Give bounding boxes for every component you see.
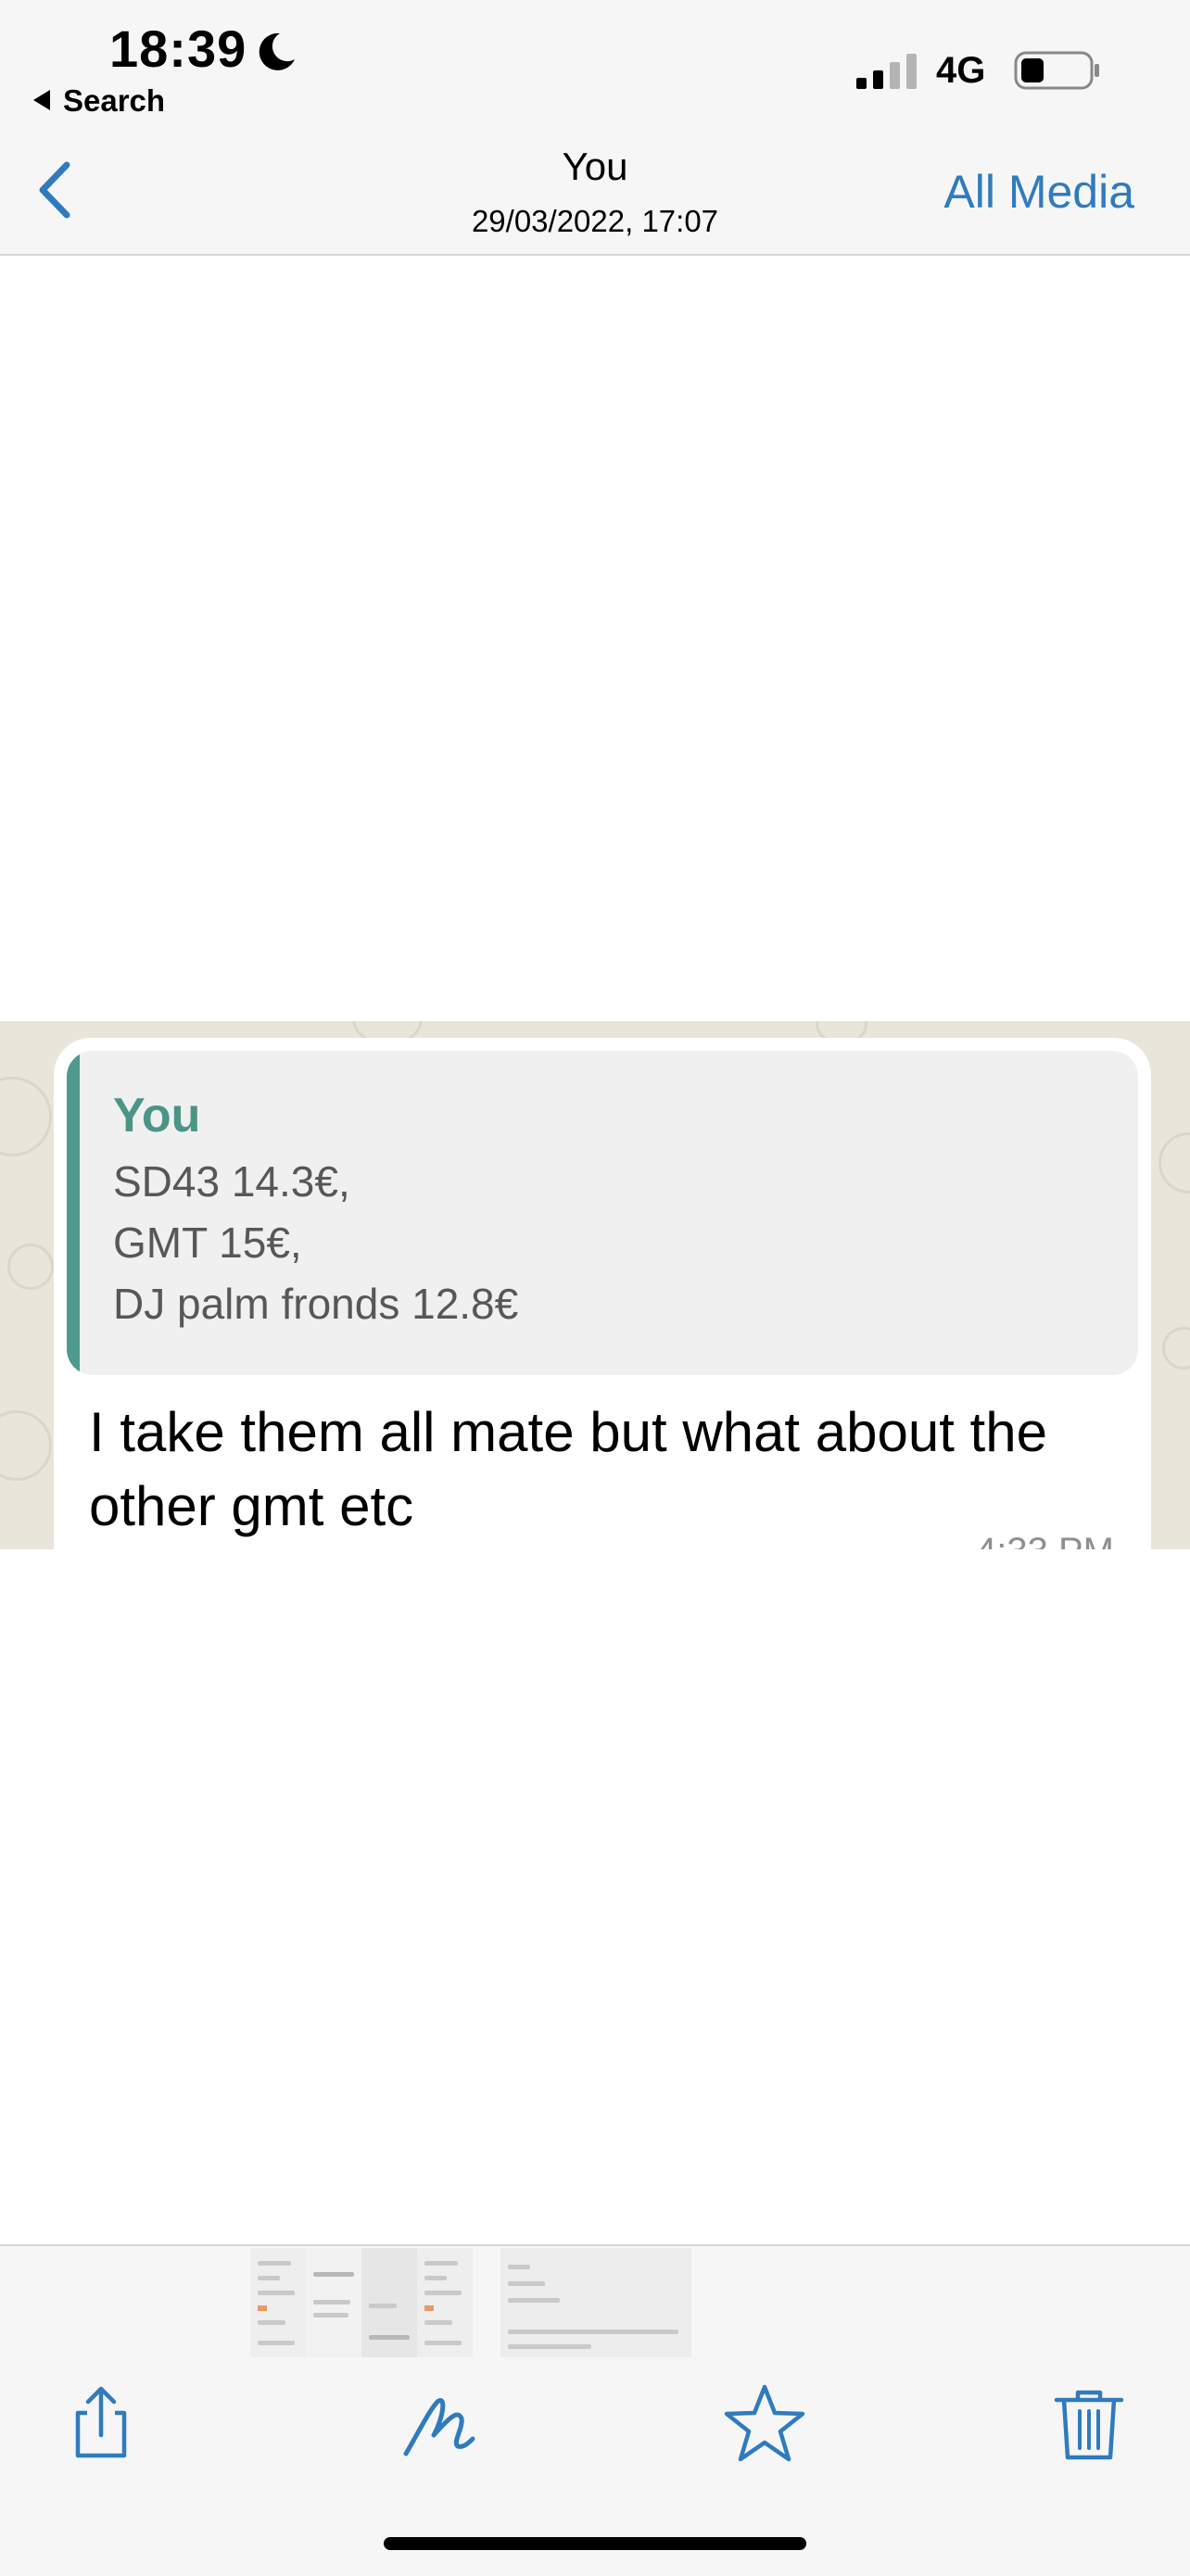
status-time: 18:39 <box>109 19 247 78</box>
media-thumbnail[interactable] <box>250 2248 306 2357</box>
quote-accent-bar <box>67 1051 80 1375</box>
media-image: You SD43 14.3€, GMT 15€, DJ palm fronds … <box>0 1021 1190 1549</box>
wallpaper-doodle <box>0 1410 52 1481</box>
media-thumbnail[interactable] <box>361 2248 417 2357</box>
media-thumbnail[interactable] <box>417 2248 473 2357</box>
wallpaper-doodle <box>7 1244 54 1290</box>
home-indicator[interactable] <box>384 2537 806 2550</box>
wallpaper-doodle <box>1162 1327 1190 1370</box>
nav-bar: You 29/03/2022, 17:07 All Media <box>0 130 1190 256</box>
message-text: I take them all mate but what about the … <box>89 1401 1047 1537</box>
media-thumbnail[interactable] <box>500 2248 691 2357</box>
all-media-button[interactable]: All Media <box>943 165 1134 219</box>
quoted-line: GMT 15€, <box>113 1219 302 1267</box>
message-time: 4:33 PM <box>976 1531 1114 1549</box>
back-triangle-icon <box>33 90 50 111</box>
back-to-app-button[interactable]: Search <box>33 83 165 119</box>
network-type: 4G <box>936 50 986 91</box>
quoted-message[interactable]: You SD43 14.3€, GMT 15€, DJ palm fronds … <box>67 1051 1138 1375</box>
trash-icon[interactable] <box>1047 2381 1131 2465</box>
signal-icon <box>856 54 917 89</box>
wallpaper-doodle <box>0 1077 52 1156</box>
media-thumbnail[interactable] <box>306 2248 361 2357</box>
quoted-line: SD43 14.3€, <box>113 1157 350 1206</box>
star-icon[interactable] <box>723 2381 806 2465</box>
thumbnail-strip[interactable] <box>250 2248 691 2361</box>
status-bar: 18:39 Search 4G <box>0 0 1190 130</box>
moon-icon <box>259 32 295 70</box>
battery-icon <box>1014 51 1099 90</box>
quoted-author: You <box>113 1089 201 1143</box>
quoted-line: DJ palm fronds 12.8€ <box>113 1280 519 1328</box>
back-app-label: Search <box>63 83 166 118</box>
markup-icon[interactable] <box>397 2381 480 2465</box>
share-icon[interactable] <box>59 2381 143 2465</box>
message-bubble[interactable]: You SD43 14.3€, GMT 15€, DJ palm fronds … <box>54 1038 1151 1549</box>
wallpaper-doodle <box>1158 1132 1190 1193</box>
